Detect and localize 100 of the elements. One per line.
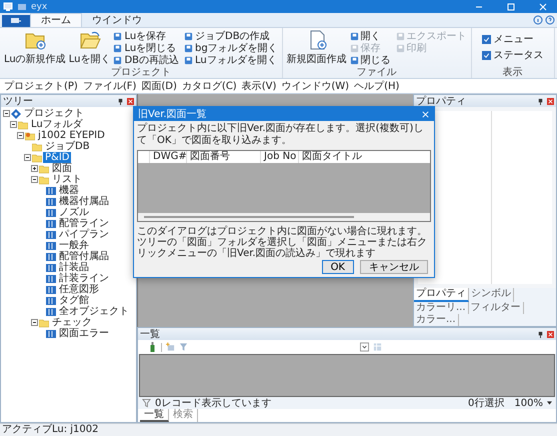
- tree-item[interactable]: ジョブDB: [43, 141, 92, 152]
- panel-tab[interactable]: カラーリ...: [414, 302, 469, 314]
- menu-item[interactable]: カタログ(C): [182, 79, 237, 93]
- checkbox[interactable]: メニュー: [482, 32, 544, 46]
- column-header[interactable]: 図面番号: [186, 151, 260, 163]
- tree-item[interactable]: 計装ライン: [57, 273, 111, 284]
- column-header[interactable]: Job No: [260, 151, 298, 163]
- expander-icon[interactable]: [31, 176, 38, 183]
- scroll-bar[interactable]: [138, 213, 430, 221]
- zoom-dropdown[interactable]: 100%: [514, 398, 543, 408]
- document-icon[interactable]: [184, 44, 194, 52]
- file-menu-button[interactable]: [2, 15, 30, 27]
- tree-item[interactable]: P&ID: [43, 152, 72, 163]
- checkbox[interactable]: ステータス: [482, 48, 544, 62]
- add-icon[interactable]: [166, 342, 175, 352]
- menu-item[interactable]: プロジェクト(P): [4, 79, 78, 93]
- tree-item[interactable]: Luフォルダ: [29, 119, 85, 130]
- menu-item[interactable]: 表示(V): [242, 79, 276, 93]
- expander-icon[interactable]: [31, 165, 38, 172]
- help-icon[interactable]: [545, 15, 555, 25]
- column-header[interactable]: 図面タイトル: [298, 151, 430, 163]
- ribbon-button[interactable]: DBの再読込: [113, 54, 180, 66]
- document-icon[interactable]: [113, 56, 122, 64]
- ribbon-button[interactable]: 開く: [350, 30, 391, 42]
- tree-item[interactable]: j1002 EYEPID: [36, 130, 107, 141]
- maximize-icon[interactable]: [506, 2, 516, 12]
- menu-item[interactable]: 図面(D): [141, 79, 177, 93]
- pin-icon[interactable]: [117, 98, 124, 104]
- status-text: アクティブLu: j1002: [2, 424, 99, 435]
- ribbon-button[interactable]: 新規図面作成: [286, 30, 347, 67]
- tree-item[interactable]: 図面: [50, 163, 74, 174]
- tree-item[interactable]: リスト: [50, 174, 84, 185]
- ribbon-button[interactable]: Luを開く: [68, 30, 110, 67]
- checkbox-icon[interactable]: [482, 34, 491, 44]
- expander-icon[interactable]: [17, 132, 24, 139]
- tree-item[interactable]: 機器: [57, 185, 81, 196]
- panel-tab[interactable]: カラー...: [414, 314, 459, 326]
- close-icon[interactable]: [127, 98, 134, 104]
- toolbar-icon[interactable]: [17, 2, 27, 12]
- dropdown-icon[interactable]: [360, 342, 369, 352]
- bottle-icon[interactable]: [148, 342, 157, 352]
- expander-icon[interactable]: [10, 121, 17, 128]
- expander-icon[interactable]: [24, 154, 31, 161]
- ribbon-tab[interactable]: ウインドウ: [82, 14, 152, 27]
- app-icon: [3, 2, 13, 12]
- tree-item[interactable]: プロジェクト: [22, 108, 86, 119]
- ribbon-button[interactable]: Luを閉じる: [113, 42, 180, 54]
- tree-item[interactable]: ノズル: [57, 207, 91, 218]
- ribbon-button[interactable]: Luを保存: [113, 30, 180, 42]
- monitor-icon[interactable]: [10, 16, 22, 26]
- ribbon-button[interactable]: bgフォルダを開く: [184, 42, 278, 54]
- panel-title: 一覧: [140, 328, 160, 341]
- close-icon[interactable]: [421, 110, 430, 118]
- document-icon[interactable]: [350, 32, 359, 40]
- tree-item[interactable]: 配管付属品: [57, 251, 111, 262]
- panel-tab[interactable]: フィルター: [468, 302, 524, 314]
- panel-tab[interactable]: シンボル: [469, 288, 514, 302]
- tree-item[interactable]: タグ館: [57, 295, 91, 306]
- document-icon[interactable]: [184, 32, 194, 40]
- menu-item[interactable]: ウインドウ(W): [281, 79, 350, 93]
- pin-icon[interactable]: [537, 98, 544, 104]
- tree-item[interactable]: 機器付属品: [57, 196, 111, 207]
- caret-icon[interactable]: [547, 401, 552, 405]
- folder-icon: [78, 30, 101, 50]
- expander-icon[interactable]: [31, 319, 38, 326]
- menu-item[interactable]: ファイル(F): [82, 79, 136, 93]
- pin-icon[interactable]: [537, 330, 544, 338]
- close-icon[interactable]: [547, 330, 554, 338]
- ribbon-button[interactable]: Luの新規作成: [4, 30, 66, 67]
- ribbon-button[interactable]: ジョブDBの作成: [184, 30, 278, 42]
- tree-item[interactable]: 一般弁: [57, 240, 91, 251]
- filter-icon[interactable]: [142, 398, 151, 408]
- info-icon[interactable]: [533, 15, 543, 25]
- tree-item[interactable]: チェック: [50, 317, 94, 328]
- tree-item[interactable]: 図面エラー: [57, 328, 111, 339]
- document-icon[interactable]: [113, 44, 122, 52]
- ribbon-tab[interactable]: ホーム: [30, 13, 82, 27]
- document-icon[interactable]: [184, 56, 194, 64]
- ribbon-button[interactable]: 閉じる: [350, 54, 391, 66]
- close-icon[interactable]: [538, 2, 548, 12]
- tree-item[interactable]: 配管ライン: [57, 218, 111, 229]
- column-header[interactable]: DWG#: [149, 151, 186, 163]
- tree-item[interactable]: 計装品: [57, 262, 91, 273]
- menu-item[interactable]: ヘルプ(H): [354, 79, 400, 93]
- selection-count: 0行選択: [468, 397, 504, 410]
- checkbox-icon[interactable]: [482, 50, 491, 60]
- panel-tab[interactable]: 検索: [169, 409, 198, 422]
- tree-item[interactable]: 全オブジェクト: [57, 306, 131, 317]
- ribbon-button[interactable]: Luフォルダを開く: [184, 54, 278, 66]
- panel-tab[interactable]: プロパティ: [414, 288, 469, 302]
- document-icon[interactable]: [113, 32, 122, 40]
- expander-icon[interactable]: [3, 110, 10, 117]
- dialog-button[interactable]: OK: [322, 260, 354, 274]
- document-icon[interactable]: [350, 56, 359, 64]
- group-label: プロジェクト: [110, 67, 172, 78]
- tree-item[interactable]: 任意図形: [57, 284, 101, 295]
- tree-item[interactable]: パイプラン: [57, 229, 111, 240]
- panel-title: プロパティ: [416, 94, 466, 108]
- dialog-button[interactable]: キャンセル: [360, 260, 428, 274]
- close-icon[interactable]: [547, 98, 554, 104]
